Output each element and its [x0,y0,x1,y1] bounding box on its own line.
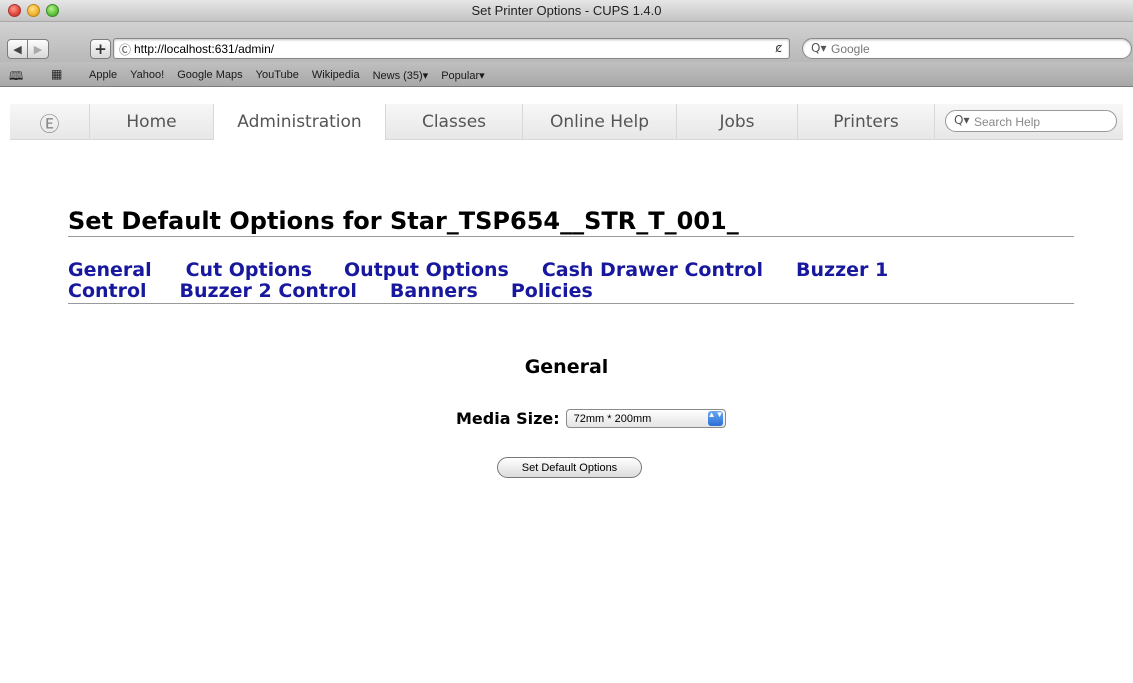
bookmark-youtube[interactable]: YouTube [256,69,299,82]
select-arrows-icon: ▲▼ [707,410,724,426]
address-bar[interactable]: Ⓒ http://localhost:631/admin/ ȼ [113,38,790,59]
back-arrow-icon: ◀ [13,42,22,56]
bookmark-wikipedia[interactable]: Wikipedia [312,69,360,82]
section-title: General [524,356,609,378]
bookmark-apple[interactable]: Apple [89,69,117,82]
media-size-select[interactable]: 72mm * 200mm ▲▼ [565,408,726,428]
link-cash-drawer-control[interactable]: Cash Drawer Control [542,259,763,281]
reading-list-icon[interactable]: 🕮 [9,67,23,88]
link-buzzer-1-control[interactable]: Buzzer 1 [796,259,888,281]
tab-printers[interactable]: Printers [798,104,935,140]
cups-logo-icon[interactable]: Ⓔ [10,104,90,140]
link-general[interactable]: General [68,259,152,281]
link-output-options[interactable]: Output Options [344,259,509,281]
link-cut-options[interactable]: Cut Options [186,259,312,281]
tab-online-help[interactable]: Online Help [523,104,677,140]
bookmark-items: Apple Yahoo! Google Maps YouTube Wikiped… [89,69,498,82]
media-size-row: Media Size: 72mm * 200mm ▲▼ [456,407,726,429]
forward-arrow-icon: ▶ [33,42,43,56]
cups-favicon-icon: Ⓒ [119,43,132,57]
add-bookmark-button[interactable]: + [90,39,111,59]
help-search-input[interactable]: Q▾ Search Help [945,110,1117,132]
media-size-value: 72mm * 200mm [573,412,652,425]
help-search-placeholder: Search Help [974,115,1041,129]
window-title: Set Printer Options - CUPS 1.4.0 [471,3,662,18]
option-group-links: General Cut Options Output Options Cash Dra… [68,260,1074,304]
search-icon[interactable]: Q▾ [811,41,826,55]
option-links-row-2: Control Buzzer 2 Control Banners Policies [68,281,1074,302]
tab-administration[interactable]: Administration [214,104,386,140]
bookmark-news-folder[interactable]: News (35)▾ [373,69,429,82]
link-policies[interactable]: Policies [511,280,593,302]
cups-navigation: Ⓔ Home Administration Classes Online Hel… [10,104,1123,140]
window-titlebar: Set Printer Options - CUPS 1.4.0 [0,0,1133,22]
tab-classes[interactable]: Classes [386,104,523,140]
bookmark-yahoo[interactable]: Yahoo! [130,69,164,82]
plus-icon: + [94,40,107,58]
help-search: Q▾ Search Help [935,104,1123,140]
back-button[interactable]: ◀ [7,39,28,59]
address-url[interactable]: http://localhost:631/admin/ [134,42,274,56]
link-buzzer-2-control[interactable]: Buzzer 2 Control [180,280,357,302]
media-size-label: Media Size: [456,408,560,428]
tab-home[interactable]: Home [90,104,214,140]
forward-button[interactable]: ▶ [28,39,49,59]
top-sites-grid-icon[interactable]: ▦ [51,67,62,81]
option-links-row-1: General Cut Options Output Options Cash Dra… [68,260,1074,281]
page-title: Set Default Options for Star_TSP654__STR… [68,207,1074,237]
set-default-options-button[interactable]: Set Default Options [497,457,642,478]
browser-toolbar: ◀ ▶ + Ⓒ http://localhost:631/admin/ ȼ Q▾… [0,22,1133,62]
bookmark-popular-folder[interactable]: Popular▾ [441,69,484,82]
browser-search-placeholder: Google [831,42,870,56]
bookmark-google-maps[interactable]: Google Maps [177,69,242,82]
tab-jobs[interactable]: Jobs [677,104,798,140]
reload-icon[interactable]: ȼ [775,41,782,55]
browser-search-field[interactable]: Q▾ Google [802,38,1132,59]
search-icon: Q▾ [954,113,970,127]
link-buzzer-1-control-cont[interactable]: Control [68,280,147,302]
history-buttons: ◀ ▶ [7,39,80,59]
bookmarks-bar: 🕮 ▦ Apple Yahoo! Google Maps YouTube Wik… [0,62,1133,87]
link-banners[interactable]: Banners [390,280,478,302]
